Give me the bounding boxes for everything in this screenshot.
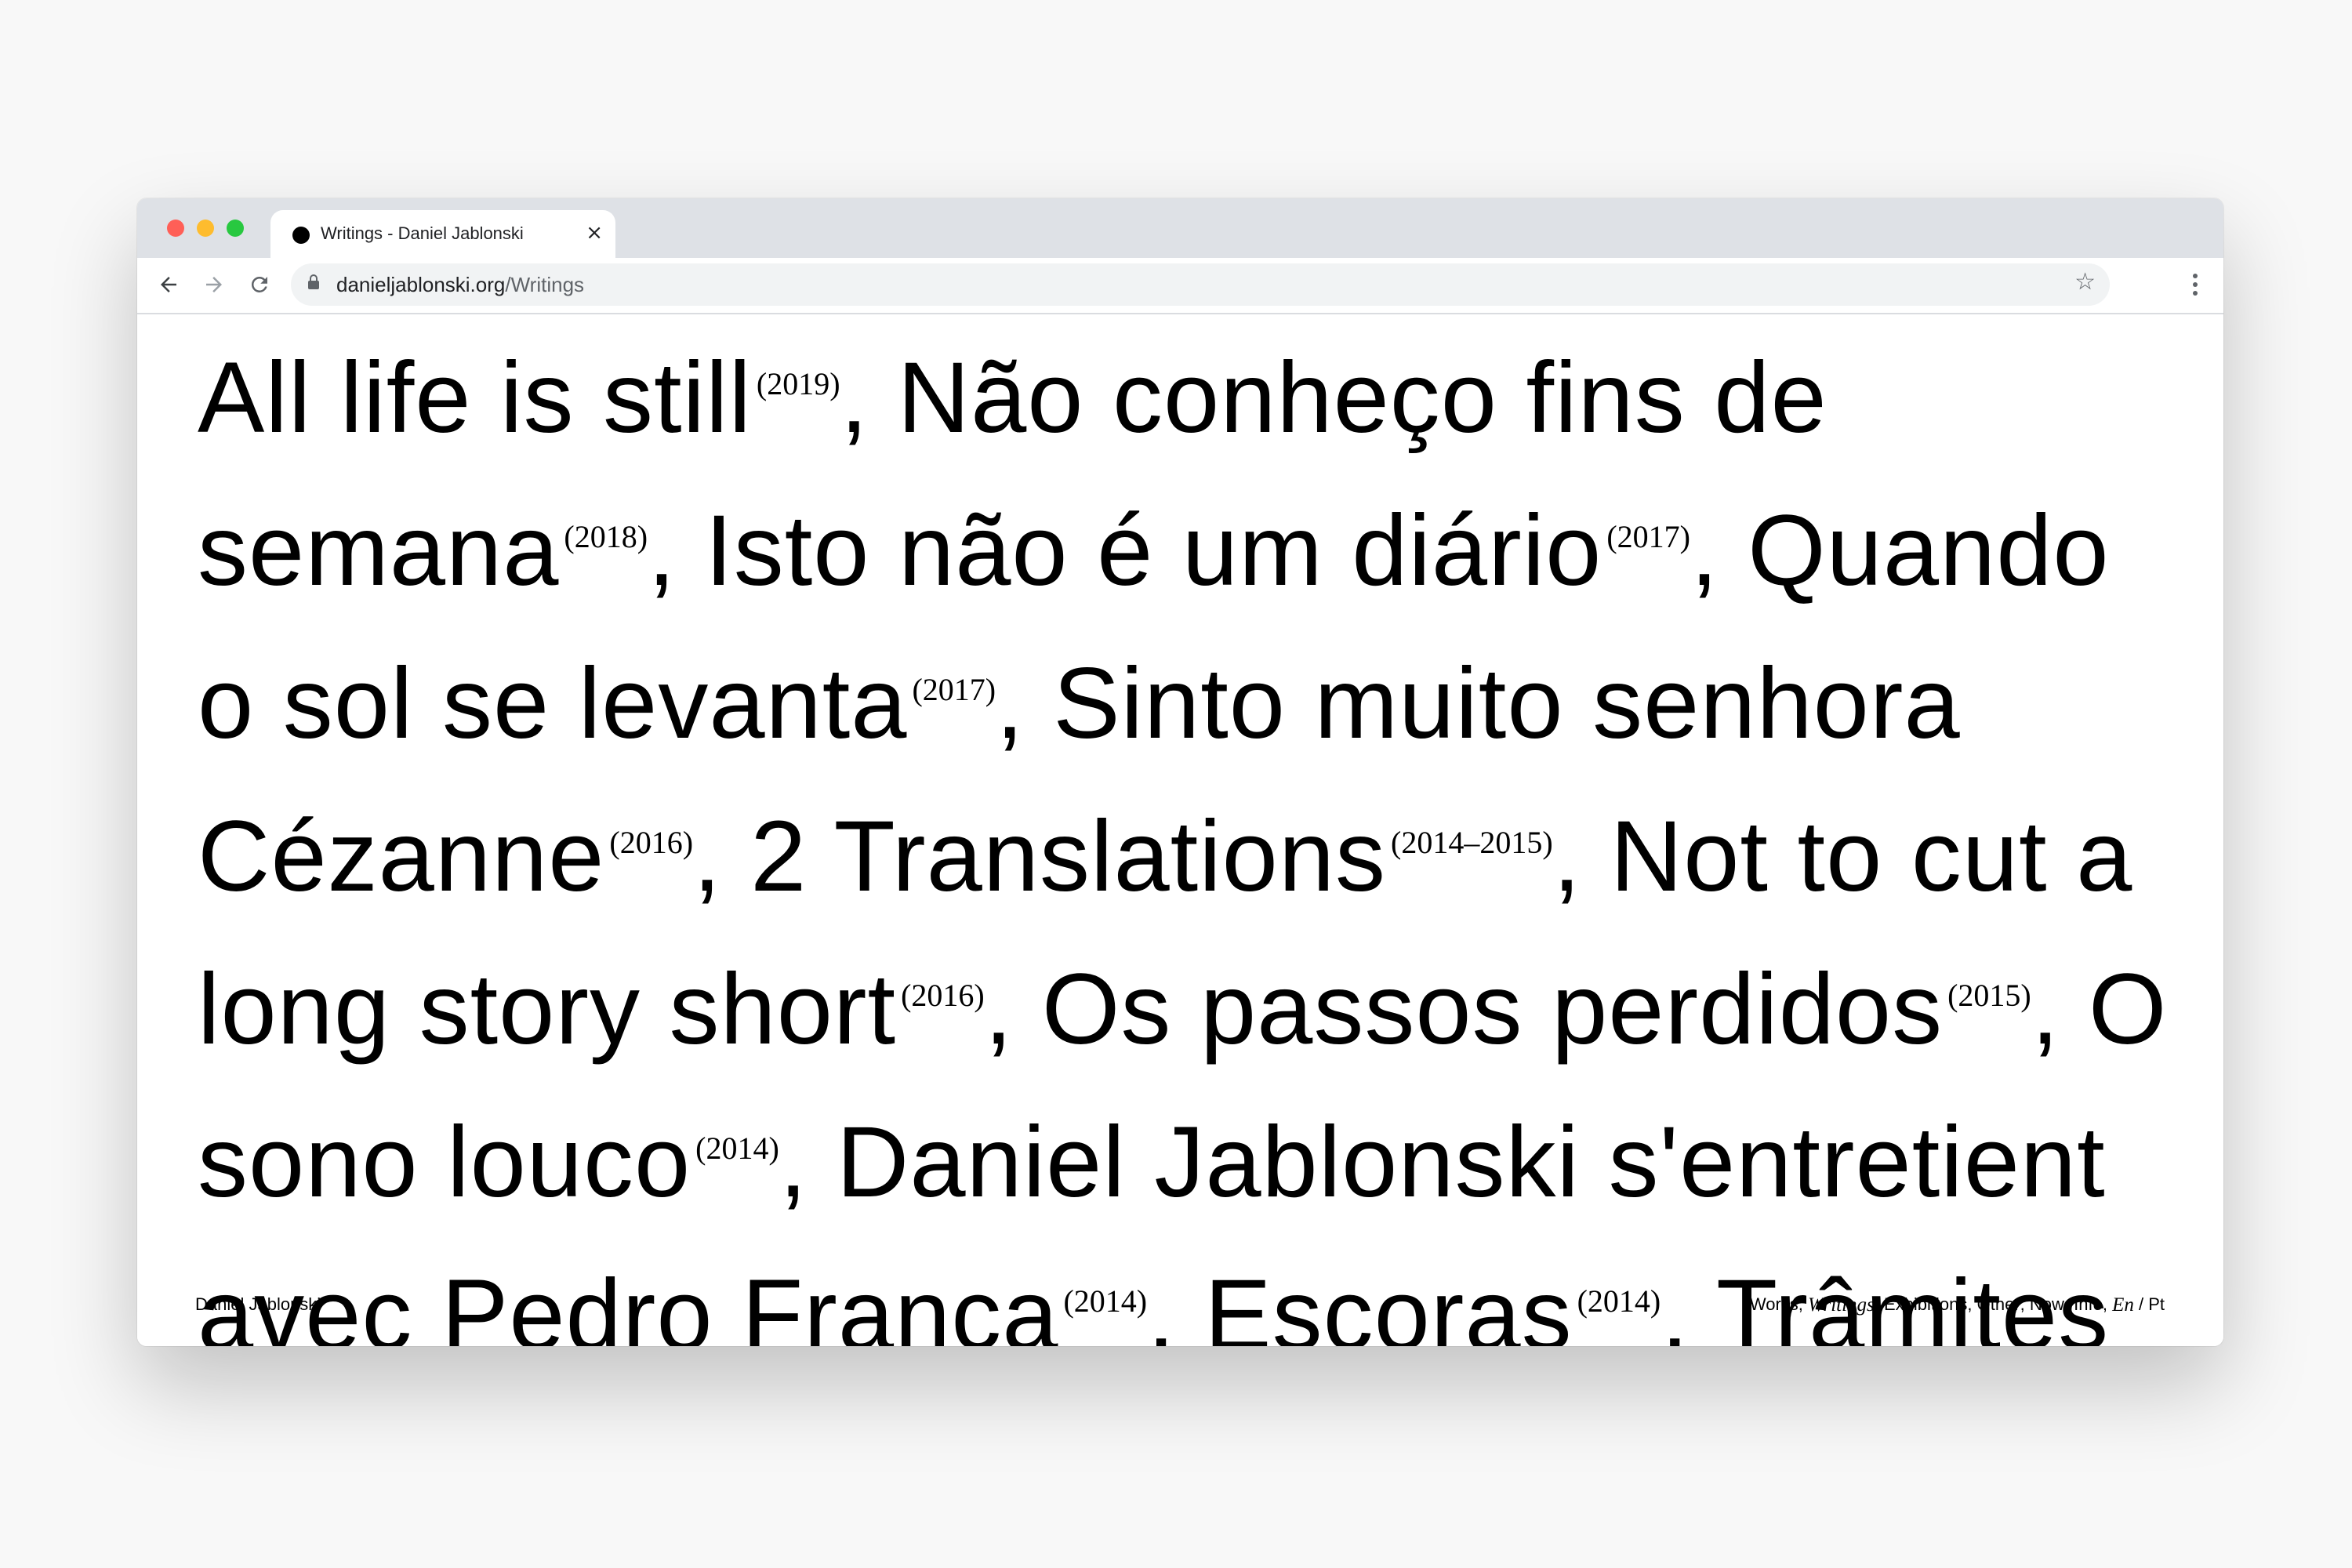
- minimize-window-button[interactable]: [197, 220, 214, 237]
- writing-year: (2014): [1577, 1283, 1661, 1319]
- browser-tab[interactable]: Writings - Daniel Jablonski ×: [270, 210, 615, 258]
- writing-item[interactable]: Os passos perdidos (2015): [1042, 953, 2031, 1065]
- tab-strip: Writings - Daniel Jablonski ×: [137, 198, 2223, 258]
- nav-now[interactable]: Now: [2030, 1294, 2064, 1316]
- zoom-window-button[interactable]: [227, 220, 244, 237]
- writing-year: (2014–2015): [1391, 825, 1553, 860]
- kebab-menu-icon[interactable]: [2190, 269, 2200, 300]
- writing-title: 2 Translations: [750, 800, 1387, 913]
- writing-year: (2017): [1606, 519, 1690, 554]
- writing-year: (2016): [901, 978, 985, 1013]
- lang-pt[interactable]: Pt: [2148, 1294, 2165, 1316]
- writing-year: (2018): [564, 519, 648, 554]
- writing-title: All life is still: [198, 342, 752, 454]
- address-bar[interactable]: danieljablonski.org/Writings ☆: [291, 263, 2110, 306]
- lang-en[interactable]: En: [2112, 1294, 2134, 1316]
- nav-other[interactable]: Other: [1977, 1294, 2020, 1316]
- writing-year: (2016): [609, 825, 694, 860]
- url-path: /Writings: [505, 273, 585, 296]
- nav-works[interactable]: Works: [1750, 1294, 1798, 1316]
- nav-info[interactable]: Info: [2074, 1294, 2103, 1316]
- forward-arrow-icon[interactable]: [198, 269, 230, 300]
- lock-icon[interactable]: [308, 274, 319, 289]
- back-arrow-icon[interactable]: [153, 269, 184, 300]
- page-content: All life is still (2019), Não conheço fin…: [137, 314, 2223, 1346]
- writing-title: Escoras: [1204, 1259, 1573, 1346]
- footer-nav: Works, Writings, Exhibitions, Other, Now…: [1749, 1294, 2165, 1316]
- writing-item[interactable]: All life is still (2019): [198, 342, 840, 454]
- writing-year: (2017): [912, 672, 996, 707]
- writing-year: (2014): [695, 1131, 779, 1166]
- writing-year: (2019): [756, 366, 840, 401]
- tab-close-icon[interactable]: ×: [586, 221, 603, 245]
- url-host: danieljablonski.org: [336, 273, 506, 296]
- writing-year: (2015): [1947, 978, 2031, 1013]
- nav-exhibitions[interactable]: Exhibitions: [1884, 1294, 1967, 1316]
- writing-title: Os passos perdidos: [1041, 953, 1944, 1065]
- writing-item[interactable]: Escoras (2014): [1204, 1259, 1661, 1346]
- close-window-button[interactable]: [167, 220, 184, 237]
- browser-window: Writings - Daniel Jablonski × danieljabl…: [137, 198, 2223, 1346]
- browser-toolbar: danieljablonski.org/Writings ☆: [137, 258, 2223, 314]
- writing-title: Isto não é um diário: [705, 495, 1602, 607]
- writings-list: All life is still (2019), Não conheço fin…: [198, 314, 2189, 1346]
- writing-item[interactable]: Isto não é um diário (2017): [705, 495, 1690, 607]
- url-text[interactable]: danieljablonski.org/Writings: [336, 273, 584, 297]
- writing-item[interactable]: 2 Translations (2014–2015): [750, 800, 1553, 913]
- reload-icon[interactable]: [244, 269, 275, 300]
- bookmark-star-icon[interactable]: ☆: [2074, 268, 2096, 296]
- writing-year: (2014): [1063, 1283, 1148, 1319]
- tab-title: Writings - Daniel Jablonski: [321, 223, 524, 243]
- nav-writings[interactable]: Writings: [1808, 1294, 1875, 1316]
- favicon-icon: [292, 227, 310, 244]
- site-name-link[interactable]: Daniel Jablonski: [195, 1294, 321, 1315]
